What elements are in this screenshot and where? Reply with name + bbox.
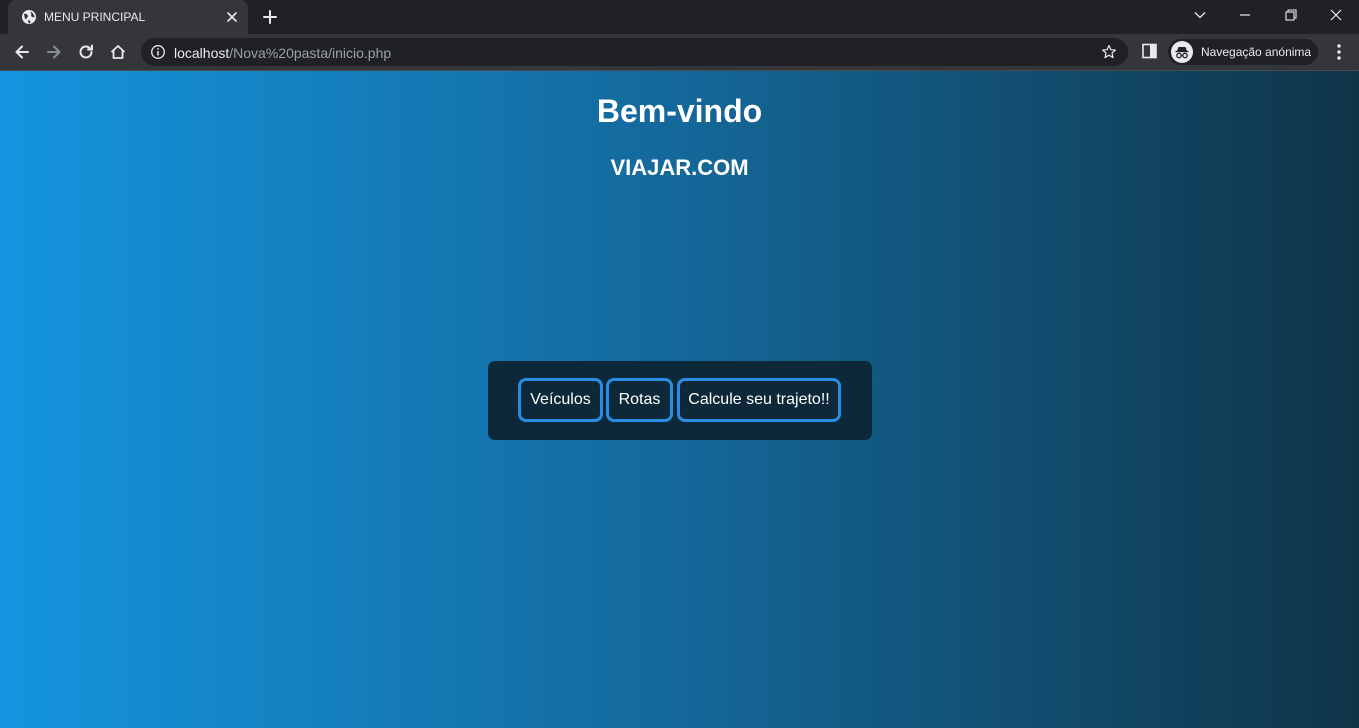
side-panel-icon[interactable]	[1141, 42, 1159, 60]
globe-icon	[21, 9, 37, 25]
kebab-menu-icon[interactable]	[1331, 43, 1347, 61]
site-name: VIAJAR.COM	[610, 155, 749, 180]
reload-icon[interactable]	[72, 38, 100, 66]
back-icon[interactable]	[8, 38, 36, 66]
url-path: /Nova%20pasta/inicio.php	[229, 45, 392, 61]
tab-strip: MENU PRINCIPAL	[0, 0, 1359, 34]
close-icon[interactable]	[224, 9, 240, 25]
main-menu: Veículos Rotas Calcule seu trajeto!!	[488, 361, 872, 440]
vehicles-button[interactable]: Veículos	[518, 378, 603, 422]
info-icon[interactable]	[150, 44, 166, 60]
minimize-icon[interactable]	[1222, 0, 1268, 30]
page-title: Bem-vindo	[596, 93, 763, 129]
home-icon[interactable]	[104, 38, 132, 66]
address-bar[interactable]: localhost/Nova%20pasta/inicio.php	[141, 38, 1128, 66]
window-close-icon[interactable]	[1313, 0, 1359, 30]
incognito-chip[interactable]: Navegação anónima	[1168, 39, 1318, 65]
url-host: localhost	[174, 45, 230, 61]
browser-tab[interactable]: MENU PRINCIPAL	[8, 0, 248, 34]
restore-icon[interactable]	[1268, 0, 1314, 30]
plus-icon[interactable]	[260, 7, 280, 27]
forward-icon[interactable]	[40, 38, 68, 66]
calculate-route-button[interactable]: Calcule seu trajeto!!	[677, 378, 841, 422]
incognito-icon	[1171, 41, 1193, 63]
tab-title: MENU PRINCIPAL	[44, 10, 146, 24]
url-text: localhost/Nova%20pasta/inicio.php	[174, 45, 391, 61]
chevron-down-icon[interactable]	[1177, 0, 1223, 30]
incognito-label: Navegação anónima	[1201, 45, 1312, 59]
star-icon[interactable]	[1101, 44, 1117, 60]
routes-button[interactable]: Rotas	[606, 378, 673, 422]
page-content: Bem-vindo VIAJAR.COM Veículos Rotas Calc…	[0, 70, 1359, 728]
